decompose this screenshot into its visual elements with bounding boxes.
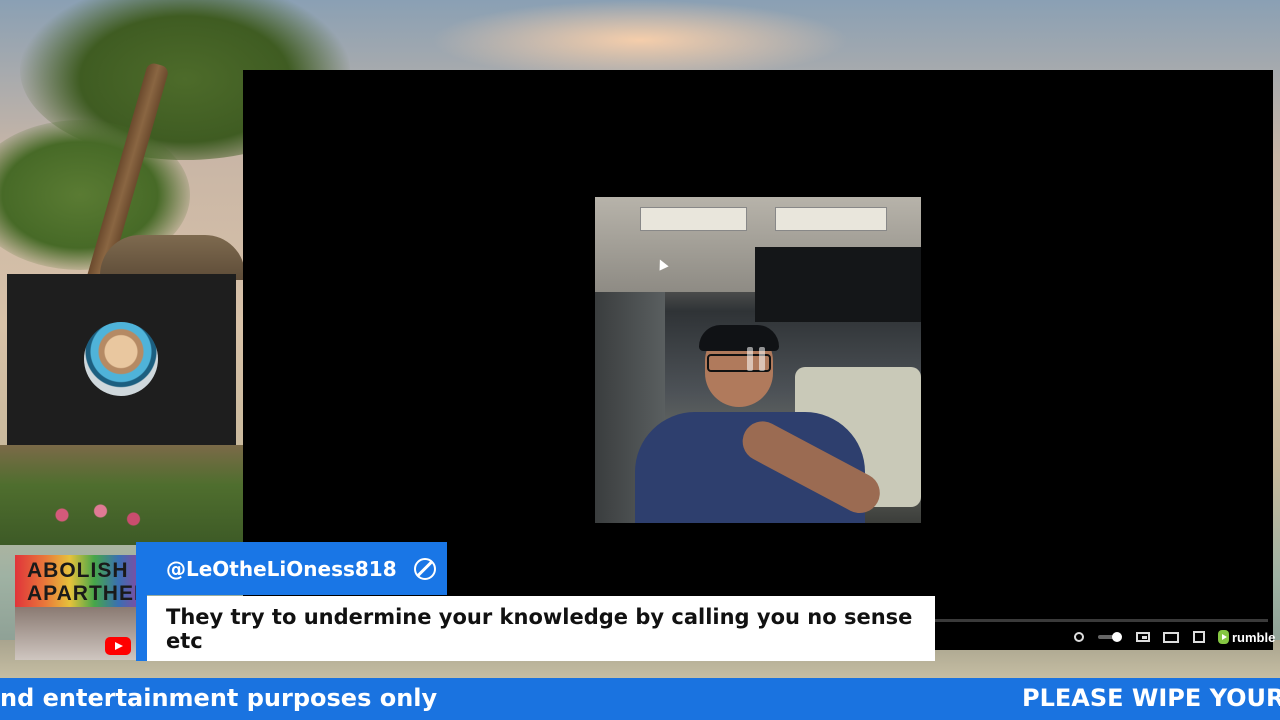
thumbnail-line1: ABOLISH bbox=[27, 559, 129, 582]
guest-camera-box bbox=[7, 274, 236, 445]
video-feed[interactable] bbox=[595, 197, 921, 523]
progress-bar[interactable] bbox=[935, 619, 1268, 622]
chat-message-text: They try to undermine your knowledge by … bbox=[166, 604, 913, 653]
visor-sticker bbox=[640, 207, 747, 231]
chat-username-banner: @LeOtheLiOness818 bbox=[136, 542, 447, 595]
rumble-logo[interactable]: rumble bbox=[1218, 630, 1275, 645]
flowers bbox=[40, 495, 150, 535]
rumble-logo-icon bbox=[1218, 630, 1229, 644]
pip-icon bbox=[1136, 632, 1150, 642]
person-cap bbox=[699, 325, 779, 351]
ban-icon bbox=[413, 557, 436, 580]
theater-icon bbox=[1163, 632, 1179, 643]
ticker-text-right: PLEASE WIPE YOUR bbox=[1022, 684, 1280, 712]
sunroof bbox=[755, 247, 921, 322]
chat-message-box: They try to undermine your knowledge by … bbox=[147, 596, 935, 661]
sky-glow bbox=[430, 0, 850, 80]
fullscreen-icon bbox=[1193, 631, 1205, 643]
rumble-brand-label: rumble bbox=[1232, 629, 1276, 645]
chat-username: @LeOtheLiOness818 bbox=[166, 556, 397, 581]
pause-icon[interactable] bbox=[747, 347, 767, 371]
player-controls: rumble bbox=[1070, 626, 1275, 648]
ticker-text-left: nd entertainment purposes only bbox=[0, 684, 438, 712]
news-ticker: nd entertainment purposes only PLEASE WI… bbox=[0, 678, 1280, 720]
volume-knob[interactable] bbox=[1112, 632, 1122, 642]
fullscreen-button[interactable] bbox=[1190, 628, 1208, 646]
chat-accent-stripe bbox=[136, 595, 147, 661]
pip-button[interactable] bbox=[1134, 628, 1152, 646]
youtube-icon bbox=[105, 637, 131, 655]
settings-icon bbox=[1074, 632, 1084, 642]
visor-sticker bbox=[775, 207, 887, 231]
stream-thumbnail[interactable]: ABOLISH APARTHEID bbox=[15, 555, 137, 660]
volume-slider[interactable] bbox=[1098, 628, 1124, 646]
settings-button[interactable] bbox=[1070, 628, 1088, 646]
thumbnail-line2: APARTHEID bbox=[27, 582, 137, 605]
avatar bbox=[84, 322, 158, 396]
theater-button[interactable] bbox=[1162, 628, 1180, 646]
